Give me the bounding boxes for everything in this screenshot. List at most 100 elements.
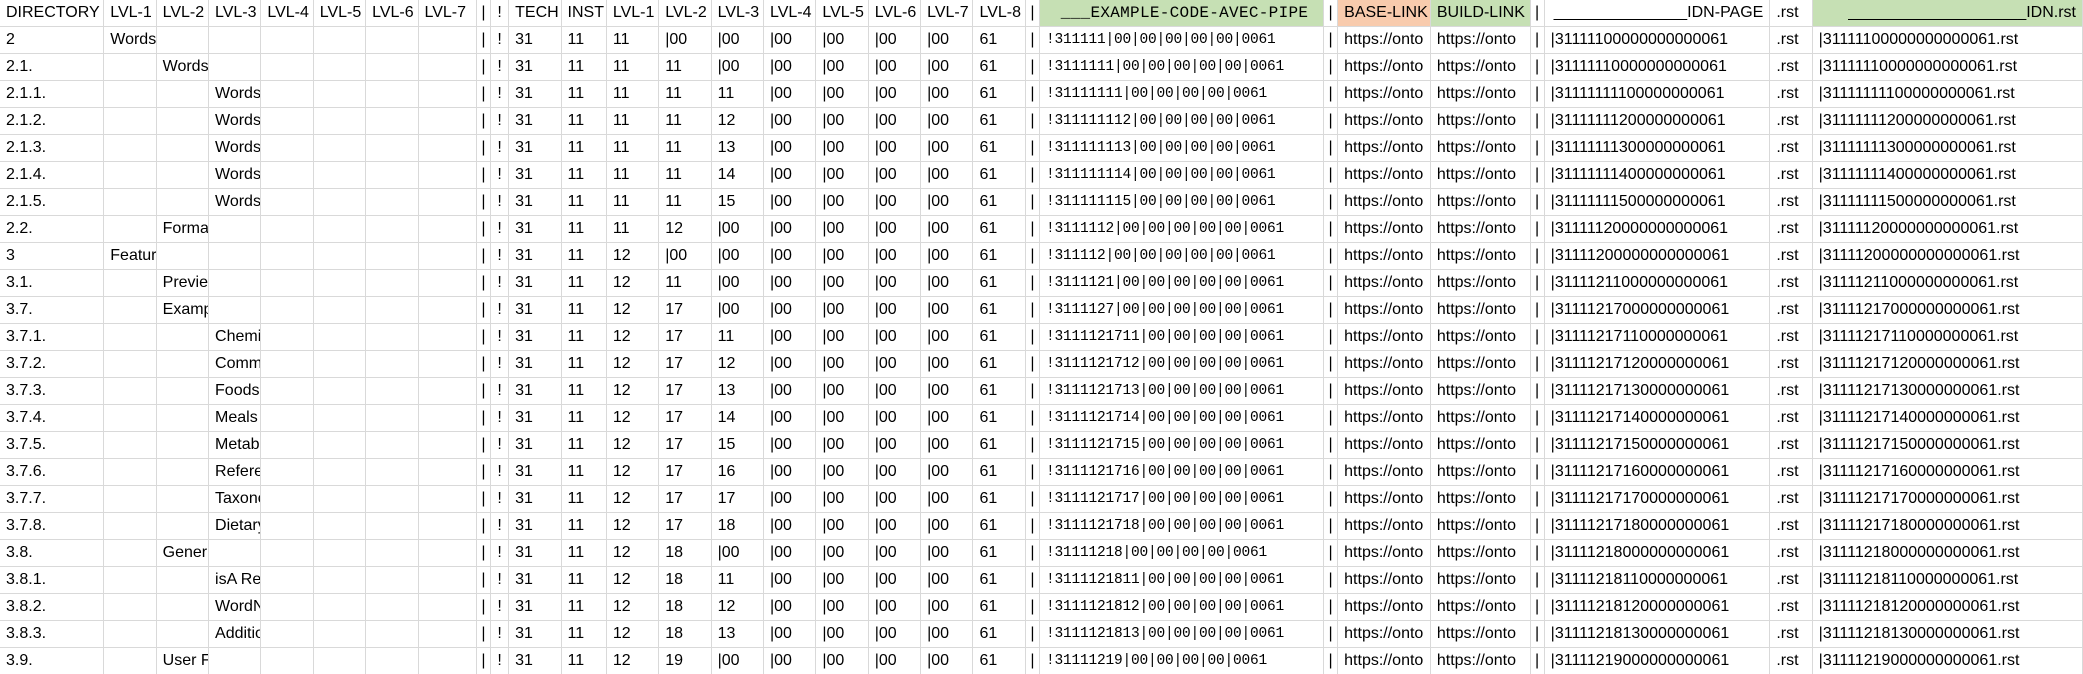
cell-bang[interactable]: ! — [490, 269, 510, 297]
cell-code-lvl-8[interactable]: 61 — [972, 620, 1026, 648]
cell-pipe-2[interactable]: | — [1025, 593, 1040, 621]
cell-code-lvl-3[interactable]: 14 — [711, 404, 764, 432]
cell-bang[interactable]: ! — [490, 134, 510, 162]
cell-bang[interactable]: ! — [490, 26, 510, 54]
cell-tech[interactable]: 31 — [508, 539, 562, 567]
cell-bang[interactable]: ! — [490, 53, 510, 81]
cell-pipe-4[interactable]: | — [1530, 161, 1545, 189]
cell-code-lvl-4[interactable]: |00 — [763, 647, 817, 674]
cell-lvl-1[interactable] — [103, 188, 157, 216]
cell-example-code[interactable]: !3111121813|00|00|00|00|0061 — [1039, 620, 1325, 648]
cell-lvl-5[interactable] — [313, 215, 367, 243]
cell-code-lvl-3[interactable]: 17 — [711, 485, 764, 513]
cell-lvl-5[interactable] — [313, 620, 367, 648]
cell-lvl-4[interactable] — [260, 269, 314, 297]
header-pipe-2[interactable]: | — [1025, 0, 1040, 27]
cell-code-lvl-3[interactable]: |00 — [711, 242, 764, 270]
cell-bang[interactable]: ! — [490, 593, 510, 621]
cell-lvl-1[interactable] — [103, 593, 157, 621]
cell-pipe[interactable]: | — [476, 80, 492, 108]
cell-code-lvl-3[interactable]: 13 — [711, 134, 764, 162]
cell-base-link[interactable]: https://onto — [1337, 593, 1431, 621]
cell-bang[interactable]: ! — [490, 296, 510, 324]
cell-bang[interactable]: ! — [490, 215, 510, 243]
cell-lvl-7[interactable] — [418, 539, 477, 567]
cell-bang[interactable]: ! — [490, 242, 510, 270]
cell-lvl-6[interactable] — [365, 458, 419, 486]
cell-bang[interactable]: ! — [490, 539, 510, 567]
cell-code-lvl-1[interactable]: 12 — [606, 512, 660, 540]
cell-code-lvl-8[interactable]: 61 — [972, 593, 1026, 621]
cell-directory[interactable]: 3 — [0, 242, 105, 270]
cell-code-lvl-7[interactable]: |00 — [920, 188, 974, 216]
cell-pipe[interactable]: | — [476, 377, 492, 405]
cell-idn-rst[interactable]: |31111219000000000061.rst — [1812, 647, 2083, 674]
header-idn-rst[interactable]: ____________________IDN.rst — [1812, 0, 2083, 27]
cell-build-link[interactable]: https://onto — [1430, 188, 1531, 216]
cell-lvl-3[interactable]: WordNet whole-part Relationship — [208, 593, 262, 621]
cell-code-lvl-2[interactable]: 11 — [658, 269, 712, 297]
cell-tech[interactable]: 31 — [508, 161, 562, 189]
cell-lvl-2[interactable] — [156, 620, 210, 648]
cell-pipe-4[interactable]: | — [1530, 620, 1545, 648]
cell-pipe-3[interactable]: | — [1323, 431, 1339, 459]
cell-lvl-1[interactable] — [103, 404, 157, 432]
cell-lvl-6[interactable] — [365, 296, 419, 324]
cell-lvl-3[interactable] — [208, 539, 262, 567]
cell-lvl-7[interactable] — [418, 512, 477, 540]
header-build-link[interactable]: BUILD-LINK — [1430, 0, 1531, 27]
cell-idn-rst[interactable]: |31111111500000000061.rst — [1812, 188, 2083, 216]
cell-lvl-7[interactable] — [418, 593, 477, 621]
cell-lvl-6[interactable] — [365, 566, 419, 594]
cell-build-link[interactable]: https://onto — [1430, 485, 1531, 513]
cell-inst[interactable]: 11 — [561, 80, 607, 108]
cell-pipe[interactable]: | — [476, 188, 492, 216]
cell-tech[interactable]: 31 — [508, 620, 562, 648]
cell-rst[interactable]: .rst — [1769, 80, 1813, 108]
cell-tech[interactable]: 31 — [508, 350, 562, 378]
cell-example-code[interactable]: !3111112|00|00|00|00|00|0061 — [1039, 215, 1325, 243]
cell-code-lvl-1[interactable]: 12 — [606, 296, 660, 324]
cell-pipe-2[interactable]: | — [1025, 215, 1040, 243]
cell-lvl-1[interactable] — [103, 512, 157, 540]
cell-example-code[interactable]: !3111121811|00|00|00|00|0061 — [1039, 566, 1325, 594]
cell-tech[interactable]: 31 — [508, 53, 562, 81]
cell-lvl-4[interactable] — [260, 161, 314, 189]
cell-idn-rst[interactable]: |31111217130000000061.rst — [1812, 377, 2083, 405]
cell-code-lvl-3[interactable]: 11 — [711, 80, 764, 108]
cell-base-link[interactable]: https://onto — [1337, 53, 1431, 81]
cell-base-link[interactable]: https://onto — [1337, 620, 1431, 648]
cell-directory[interactable]: 2.1.3. — [0, 134, 105, 162]
cell-code-lvl-8[interactable]: 61 — [972, 53, 1026, 81]
cell-code-lvl-5[interactable]: |00 — [815, 512, 869, 540]
cell-tech[interactable]: 31 — [508, 485, 562, 513]
cell-code-lvl-1[interactable]: 11 — [606, 161, 660, 189]
cell-pipe-2[interactable]: | — [1025, 431, 1040, 459]
cell-code-lvl-2[interactable]: 18 — [658, 593, 712, 621]
cell-pipe-3[interactable]: | — [1323, 215, 1339, 243]
cell-pipe-2[interactable]: | — [1025, 485, 1040, 513]
cell-code-lvl-2[interactable]: 11 — [658, 161, 712, 189]
cell-code-lvl-2[interactable]: 18 — [658, 566, 712, 594]
cell-example-code[interactable]: !311112|00|00|00|00|00|0061 — [1039, 242, 1325, 270]
cell-lvl-7[interactable] — [418, 485, 477, 513]
cell-code-lvl-7[interactable]: |00 — [920, 377, 974, 405]
cell-lvl-4[interactable] — [260, 539, 314, 567]
cell-pipe[interactable]: | — [476, 566, 492, 594]
cell-pipe-2[interactable]: | — [1025, 134, 1040, 162]
cell-directory[interactable]: 3.7. — [0, 296, 105, 324]
cell-code-lvl-6[interactable]: |00 — [868, 323, 922, 351]
cell-code-lvl-6[interactable]: |00 — [868, 296, 922, 324]
cell-build-link[interactable]: https://onto — [1430, 269, 1531, 297]
cell-lvl-7[interactable] — [418, 26, 477, 54]
cell-code-lvl-1[interactable]: 12 — [606, 404, 660, 432]
cell-rst[interactable]: .rst — [1769, 512, 1813, 540]
cell-idn-page[interactable]: |31111218120000000061 — [1544, 593, 1771, 621]
cell-idn-page[interactable]: |31111218110000000061 — [1544, 566, 1771, 594]
cell-lvl-5[interactable] — [313, 404, 367, 432]
cell-code-lvl-5[interactable]: |00 — [815, 323, 869, 351]
cell-inst[interactable]: 11 — [561, 512, 607, 540]
cell-example-code[interactable]: !3111121713|00|00|00|00|0061 — [1039, 377, 1325, 405]
cell-code-lvl-6[interactable]: |00 — [868, 242, 922, 270]
cell-inst[interactable]: 11 — [561, 485, 607, 513]
